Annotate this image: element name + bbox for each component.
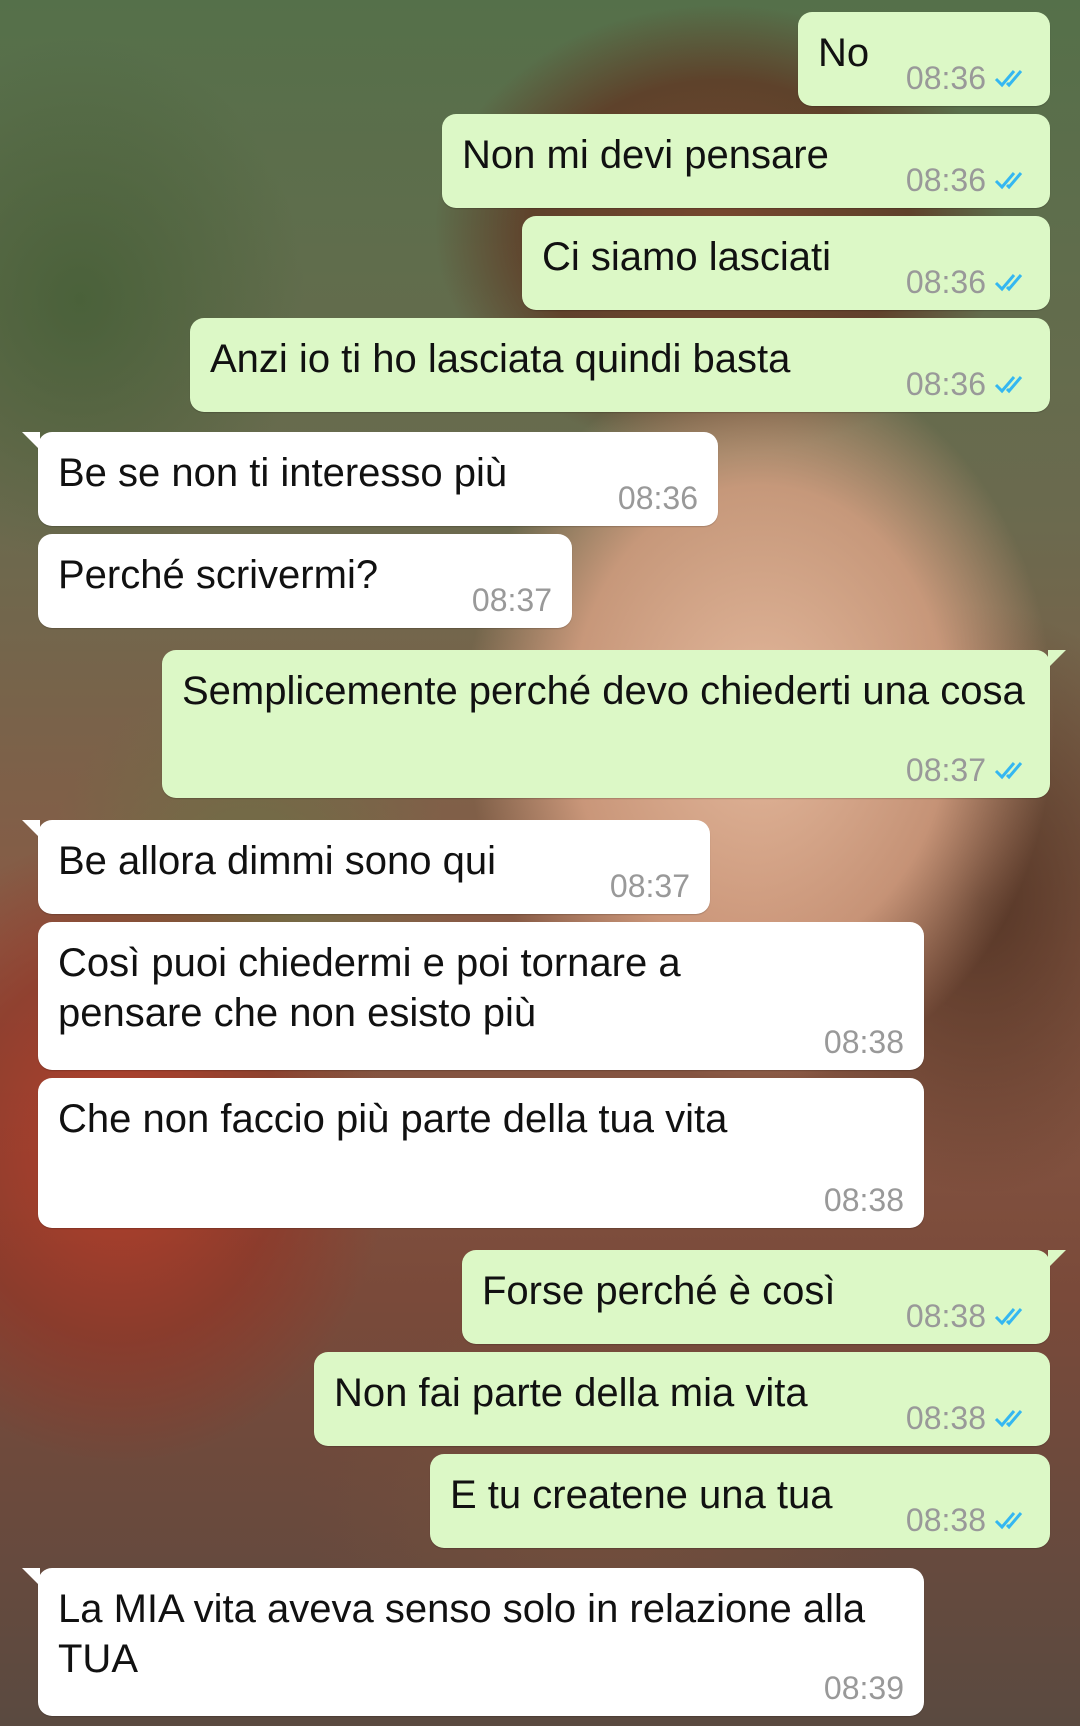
message-time: 08:39 [823, 1670, 904, 1706]
outgoing-message[interactable]: Non mi devi pensare 08:36 [442, 114, 1050, 208]
read-double-check-icon [994, 1308, 1023, 1326]
message-meta: 08:36 [618, 480, 698, 516]
message-meta: 08:38 [906, 1400, 1032, 1436]
message-time: 08:38 [823, 1182, 904, 1218]
message-time: 08:37 [905, 752, 986, 788]
message-time: 08:38 [905, 1400, 986, 1436]
message-text: La MIA vita aveva senso solo in relazion… [58, 1587, 876, 1681]
read-double-check-icon [994, 70, 1023, 88]
incoming-message[interactable]: Che non faccio più parte della tua vita … [38, 1078, 924, 1228]
message-meta: 08:36 [906, 366, 1032, 402]
message-text: Non mi devi pensare [462, 133, 829, 177]
message-text: Così puoi chiedermi e poi tornare a pens… [58, 941, 692, 1035]
read-double-check-icon [994, 1512, 1023, 1530]
message-text: Be se non ti interesso più [58, 451, 508, 495]
outgoing-message[interactable]: Non fai parte della mia vita 08:38 [314, 1352, 1050, 1446]
read-double-check-icon [994, 376, 1023, 394]
outgoing-message[interactable]: Anzi io ti ho lasciata quindi basta 08:3… [190, 318, 1050, 412]
message-text: E tu createne una tua [450, 1473, 833, 1517]
message-time: 08:37 [609, 868, 690, 904]
read-double-check-icon [994, 274, 1023, 292]
message-meta: 08:36 [906, 162, 1032, 198]
message-meta: 08:38 [906, 1298, 1032, 1334]
message-meta: 08:38 [824, 1182, 904, 1218]
message-text: Anzi io ti ho lasciata quindi basta [210, 337, 791, 381]
incoming-message[interactable]: Be allora dimmi sono qui 08:37 [22, 820, 710, 914]
message-time: 08:36 [905, 264, 986, 300]
chat-message-list[interactable]: No 08:36 Non mi devi pensare 08:36 Ci si… [0, 0, 1080, 1726]
message-text: Semplicemente perché devo chiederti una … [182, 669, 1025, 713]
message-time: 08:37 [471, 582, 552, 618]
incoming-message[interactable]: Perché scrivermi? 08:37 [38, 534, 572, 628]
outgoing-message[interactable]: E tu createne una tua 08:38 [430, 1454, 1050, 1548]
message-text: Che non faccio più parte della tua vita [58, 1097, 728, 1141]
message-meta: 08:38 [906, 1502, 1032, 1538]
message-time: 08:36 [905, 366, 986, 402]
read-double-check-icon [994, 1410, 1023, 1428]
message-time: 08:38 [905, 1298, 986, 1334]
message-text: Forse perché è così [482, 1269, 836, 1313]
message-time: 08:36 [617, 480, 698, 516]
outgoing-message[interactable]: Semplicemente perché devo chiederti una … [162, 650, 1066, 798]
message-time: 08:36 [905, 60, 986, 96]
message-time: 08:38 [905, 1502, 986, 1538]
incoming-message[interactable]: La MIA vita aveva senso solo in relazion… [22, 1568, 924, 1716]
outgoing-message[interactable]: No 08:36 [798, 12, 1050, 106]
message-text: Ci siamo lasciati [542, 235, 831, 279]
incoming-message[interactable]: Be se non ti interesso più 08:36 [22, 432, 718, 526]
outgoing-message[interactable]: Ci siamo lasciati 08:36 [522, 216, 1050, 310]
message-meta: 08:37 [472, 582, 552, 618]
message-time: 08:36 [905, 162, 986, 198]
message-meta: 08:38 [824, 1024, 904, 1060]
read-double-check-icon [994, 172, 1023, 190]
message-meta: 08:39 [824, 1670, 904, 1706]
message-text: Perché scrivermi? [58, 553, 379, 597]
message-meta: 08:36 [906, 264, 1032, 300]
message-meta: 08:37 [906, 752, 1032, 788]
message-time: 08:38 [823, 1024, 904, 1060]
message-meta: 08:36 [906, 60, 1032, 96]
message-text: Be allora dimmi sono qui [58, 839, 496, 883]
message-meta: 08:37 [610, 868, 690, 904]
outgoing-message[interactable]: Forse perché è così 08:38 [462, 1250, 1066, 1344]
incoming-message[interactable]: Così puoi chiedermi e poi tornare a pens… [38, 922, 924, 1070]
read-double-check-icon [994, 762, 1023, 780]
message-text: Non fai parte della mia vita [334, 1371, 808, 1415]
message-text: No [818, 31, 870, 75]
